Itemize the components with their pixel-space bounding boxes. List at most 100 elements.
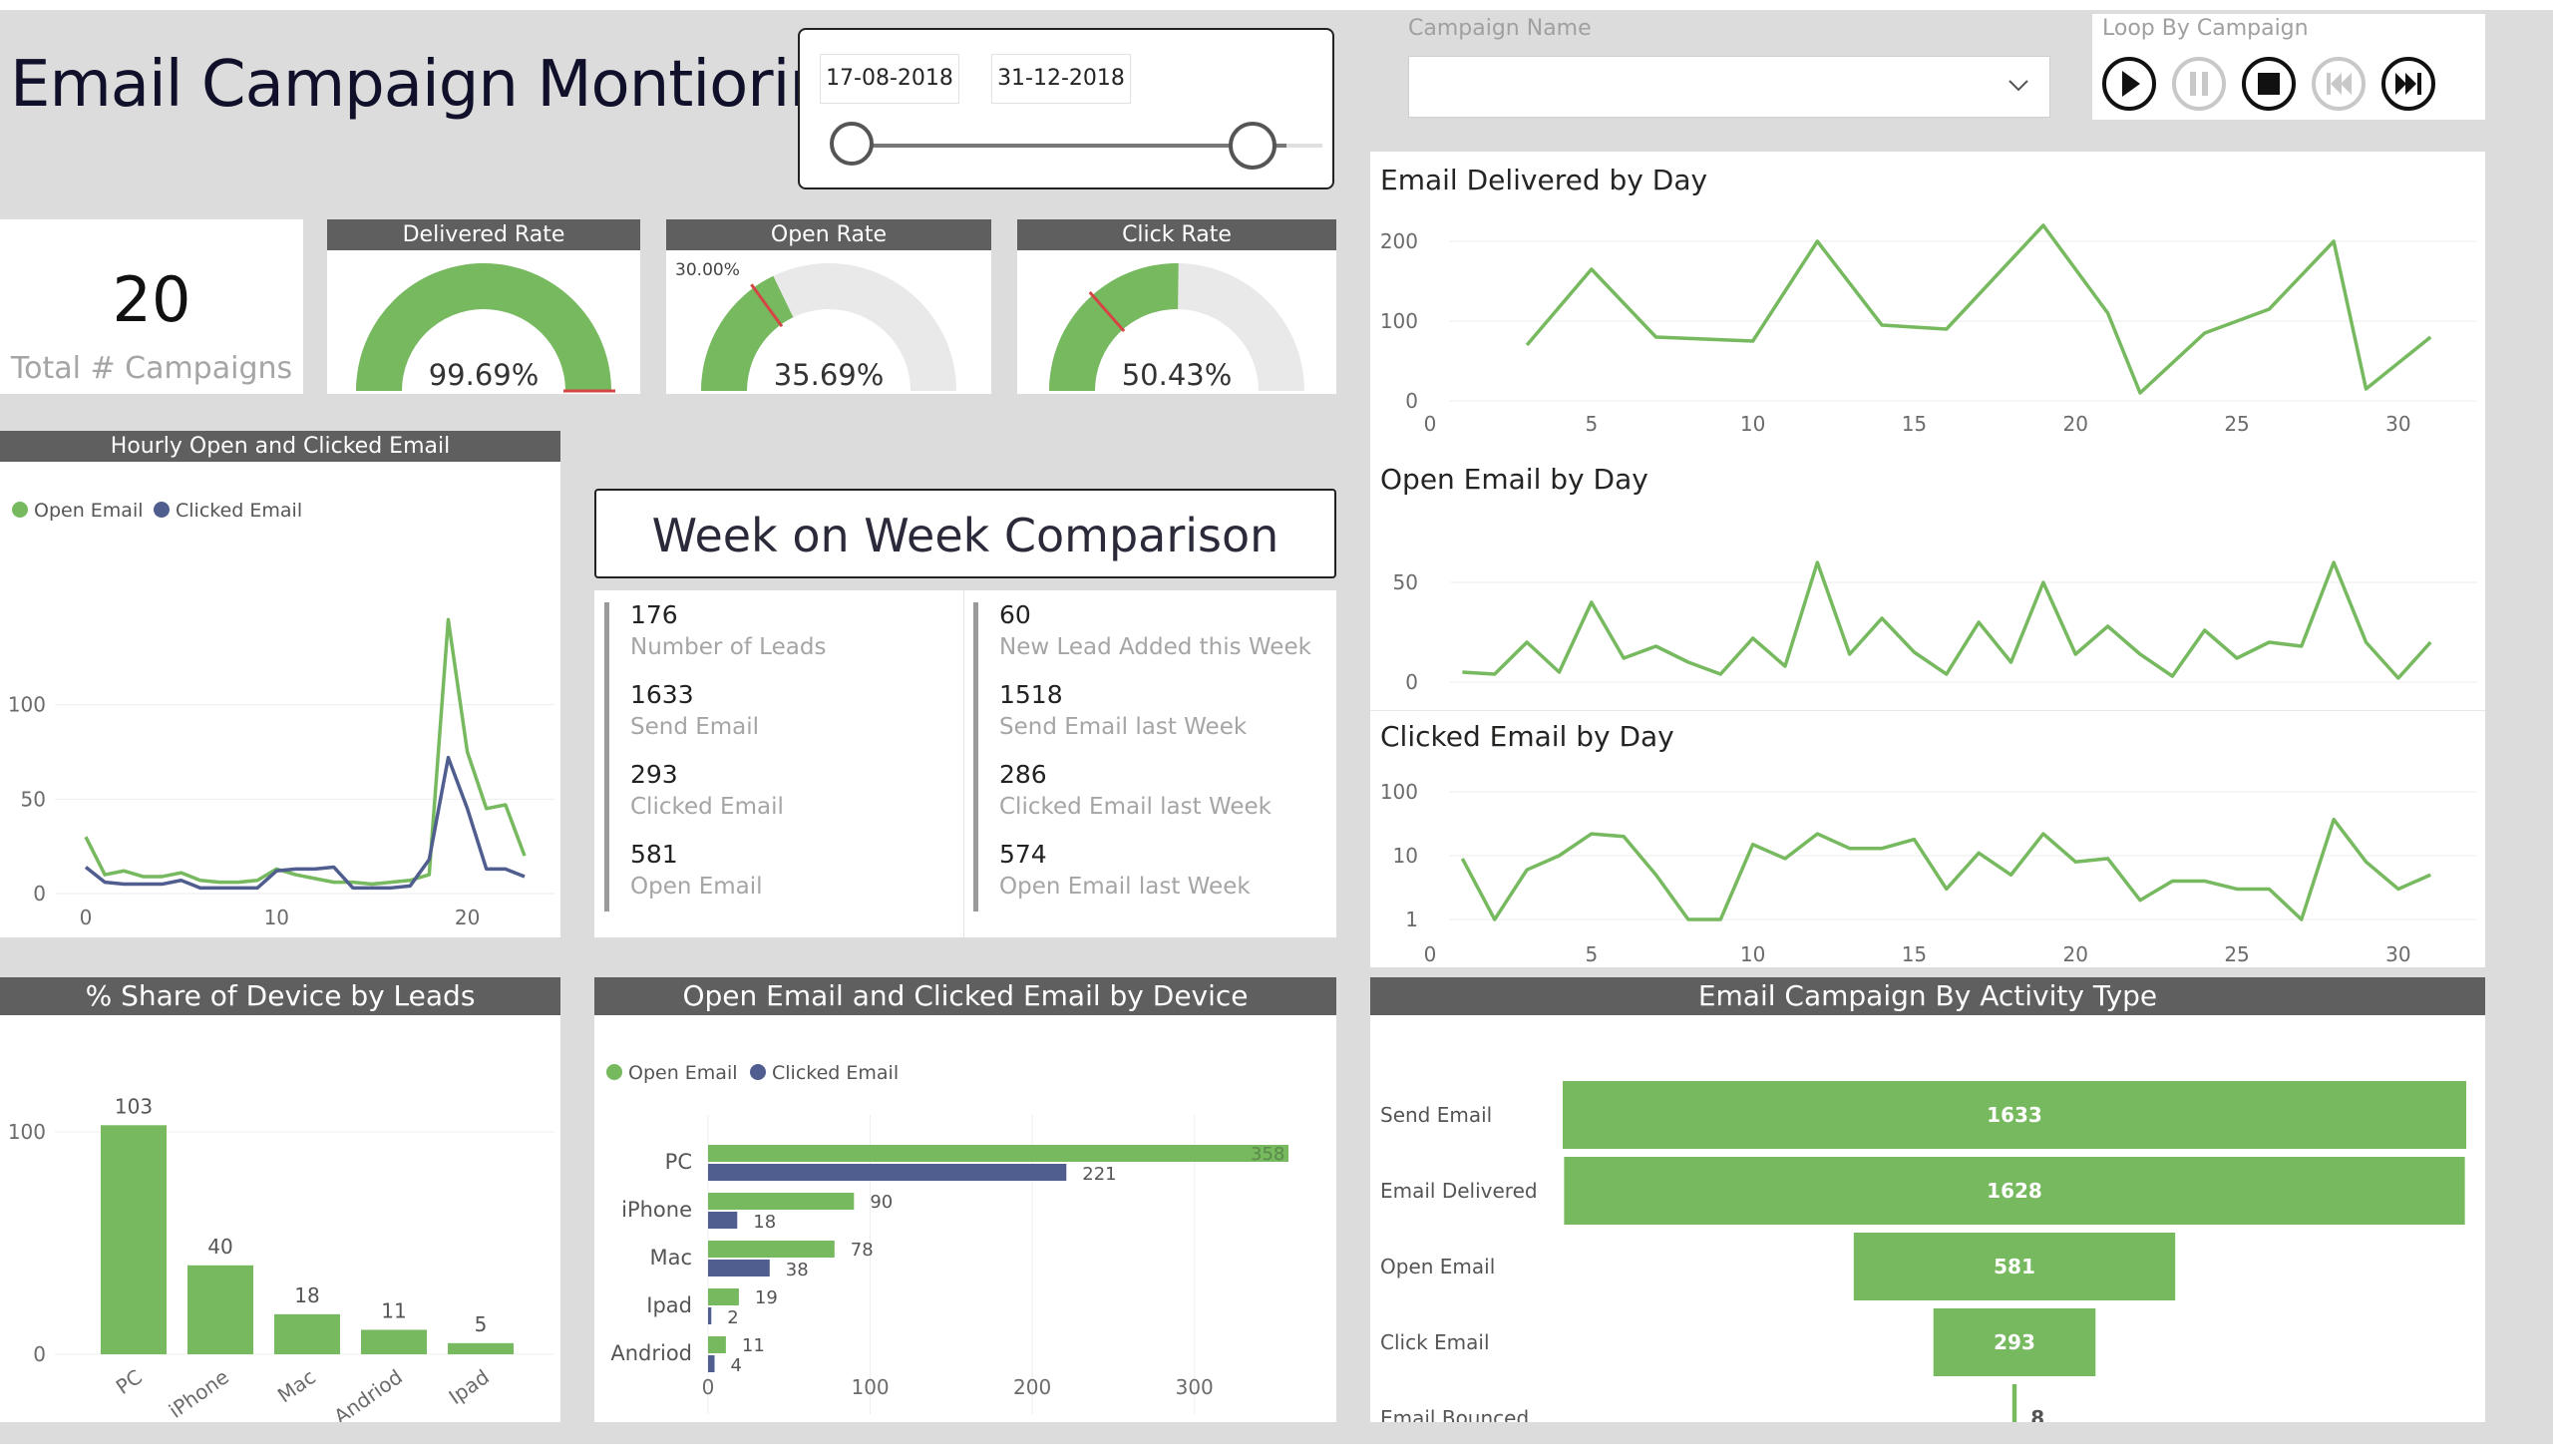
- bar-open-email: [708, 1193, 855, 1210]
- open-rate-gauge: 30.00% 35.69%: [675, 260, 956, 392]
- pause-icon[interactable]: [2172, 57, 2226, 111]
- series-line: [84, 617, 527, 887]
- date-slider-track[interactable]: [856, 144, 1286, 148]
- bar-data-label: 11: [381, 1298, 406, 1322]
- hourly-chart-title: Hourly Open and Clicked Email: [0, 431, 560, 462]
- start-date-input[interactable]: 17-08-2018: [820, 54, 959, 104]
- legend-marker: [12, 502, 28, 518]
- week-metric-value: 581: [630, 840, 678, 869]
- delivered-by-day-chart: 0 100 200 0 5 10 15 20 25 30: [1380, 223, 2477, 436]
- week-metric-label: Open Email: [630, 874, 763, 900]
- week-metric-label: Open Email last Week: [999, 874, 1251, 900]
- gauge-target-label: 30.00%: [675, 260, 740, 280]
- bar: [274, 1313, 340, 1354]
- gauge-card-click: Click Rate 50.43%: [1017, 219, 1336, 394]
- x-tick-label: 30: [2385, 412, 2410, 436]
- x-tick-label: 25: [2224, 412, 2249, 436]
- bar-data-label: 38: [786, 1260, 809, 1280]
- bar-data-label: 11: [742, 1335, 765, 1356]
- x-tick-label: 0: [702, 1375, 715, 1399]
- bar: [361, 1329, 427, 1354]
- week-metric-label: New Lead Added this Week: [999, 634, 1311, 660]
- week-title-card: Week on Week Comparison: [594, 489, 1336, 578]
- y-tick-label: 1: [1405, 908, 1418, 931]
- date-slicer[interactable]: 17-08-2018 31-12-2018: [798, 28, 1334, 189]
- gauge-value: 99.69%: [429, 358, 540, 392]
- week-metric-label: Send Email last Week: [999, 714, 1248, 740]
- chevron-down-icon: [2008, 80, 2028, 92]
- y-tick-label: 0: [33, 1342, 46, 1366]
- date-slider-end-handle[interactable]: [1229, 122, 1276, 170]
- week-metric-value: 1633: [630, 680, 694, 709]
- end-date-input[interactable]: 31-12-2018: [991, 54, 1131, 104]
- bar-open-email: [708, 1241, 835, 1258]
- y-tick-label: Ipad: [646, 1293, 692, 1317]
- bar: [187, 1265, 253, 1354]
- legend-marker: [750, 1064, 766, 1080]
- bar-data-label: 358: [1251, 1144, 1284, 1165]
- week-metric-value: 293: [630, 760, 678, 789]
- y-tick-label: 100: [8, 1120, 46, 1144]
- y-tick-label: 200: [1380, 229, 1418, 253]
- dashboard: Email Campaign Montioring 17-08-2018 31-…: [0, 0, 2553, 1456]
- device-share-title: % Share of Device by Leads: [0, 977, 560, 1015]
- bar-clicked-email: [708, 1260, 770, 1276]
- week-metric-value: 286: [999, 760, 1047, 789]
- x-tick-label: 200: [1013, 1375, 1051, 1399]
- bar-data-label: 293: [1994, 1330, 2035, 1354]
- page-title: Email Campaign Montioring: [10, 48, 870, 122]
- bar-data-label: 90: [870, 1192, 893, 1213]
- x-tick-label: 300: [1176, 1375, 1214, 1399]
- series-line: [84, 755, 526, 891]
- week-title: Week on Week Comparison: [651, 509, 1279, 562]
- bar-data-label: 8: [2030, 1406, 2044, 1422]
- date-slider-start-handle[interactable]: [830, 122, 874, 166]
- total-campaigns-label: Total # Campaigns: [10, 351, 293, 386]
- y-tick-label: Email Bounced: [1380, 1406, 1529, 1422]
- x-tick-label: 10: [264, 906, 289, 929]
- device-email-bar-chart: Open Email Clicked Email0 100 200 300PC 35822…: [606, 1062, 1288, 1414]
- funnel-bar: [2011, 1384, 2017, 1422]
- y-tick-label: 100: [8, 693, 46, 717]
- campaign-dropdown[interactable]: [1408, 56, 2050, 118]
- loop-player: Loop By Campaign: [2092, 14, 2485, 120]
- x-tick-label: 20: [2063, 942, 2088, 966]
- legend-marker: [606, 1064, 622, 1080]
- delivered-day-title: Email Delivered by Day: [1380, 164, 1708, 196]
- legend-label: Open Email: [34, 500, 144, 522]
- x-tick-label: 5: [1585, 942, 1598, 966]
- bar-clicked-email: [708, 1307, 712, 1324]
- x-tick-label: 30: [2385, 942, 2410, 966]
- delivered-rate-gauge: 99.69%: [356, 263, 615, 393]
- x-tick-label: 20: [455, 906, 480, 929]
- week-left-bar: [604, 602, 609, 911]
- series-line: [1462, 560, 2432, 680]
- bar: [448, 1342, 514, 1354]
- play-icon[interactable]: [2102, 57, 2156, 111]
- week-metric-label: Clicked Email last Week: [999, 794, 1272, 820]
- y-tick-label: 0: [33, 882, 46, 906]
- stop-icon[interactable]: [2242, 57, 2296, 111]
- y-tick-label: PC: [665, 1150, 692, 1174]
- bar-clicked-email: [708, 1355, 715, 1372]
- total-campaigns-card: 20 Total # Campaigns: [0, 219, 303, 394]
- x-tick-label: 0: [80, 906, 93, 929]
- bar-data-label: 5: [475, 1312, 488, 1336]
- week-metric-label: Send Email: [630, 714, 760, 740]
- bar-open-email: [708, 1145, 1288, 1162]
- y-tick-label: Mac: [649, 1246, 692, 1270]
- week-right-bar: [973, 602, 978, 911]
- open-day-title: Open Email by Day: [1380, 463, 1648, 496]
- legend-label: Open Email: [628, 1062, 738, 1084]
- next-icon[interactable]: [2381, 57, 2435, 111]
- gauge-value: 50.43%: [1122, 358, 1233, 392]
- x-tick-label: 10: [1740, 412, 1765, 436]
- date-slider-rest: [1286, 144, 1322, 148]
- week-metric-label: Clicked Email: [630, 794, 784, 820]
- bar-clicked-email: [708, 1164, 1067, 1181]
- previous-icon[interactable]: [2312, 57, 2366, 111]
- x-tick-label: 100: [851, 1375, 889, 1399]
- daily-charts-card: Email Delivered by Day 0 100 200 0 5 10 15 20 25…: [1370, 152, 2485, 967]
- y-tick-label: 0: [1405, 389, 1418, 413]
- bar-data-label: 40: [207, 1235, 232, 1259]
